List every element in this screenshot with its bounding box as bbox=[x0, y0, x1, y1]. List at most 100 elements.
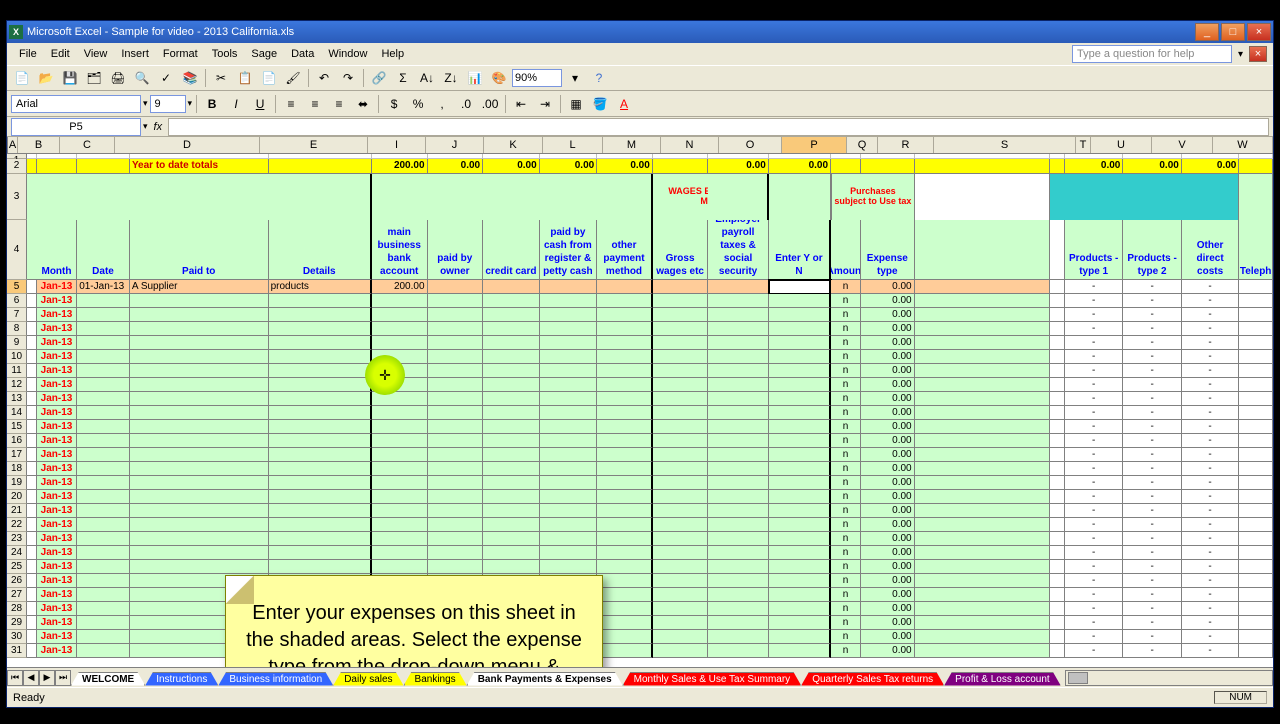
col-header-T[interactable]: T bbox=[1076, 137, 1091, 153]
menu-data[interactable]: Data bbox=[285, 46, 320, 62]
row-header-22[interactable]: 22 bbox=[7, 518, 27, 532]
font-color-icon[interactable]: A bbox=[613, 93, 635, 115]
row-header-13[interactable]: 13 bbox=[7, 392, 27, 406]
menu-sage[interactable]: Sage bbox=[245, 46, 283, 62]
font-name-dropdown-icon[interactable]: ▾ bbox=[143, 98, 148, 109]
currency-icon[interactable]: $ bbox=[383, 93, 405, 115]
percent-icon[interactable]: % bbox=[407, 93, 429, 115]
menu-window[interactable]: Window bbox=[322, 46, 373, 62]
format-painter-icon[interactable]: 🖌 bbox=[282, 67, 304, 89]
tab-prev-icon[interactable]: ◀ bbox=[23, 670, 39, 686]
row-header-21[interactable]: 21 bbox=[7, 504, 27, 518]
menu-format[interactable]: Format bbox=[157, 46, 204, 62]
zoom-input[interactable] bbox=[512, 69, 562, 87]
menu-insert[interactable]: Insert bbox=[115, 46, 155, 62]
row-header-11[interactable]: 11 bbox=[7, 364, 27, 378]
help-search[interactable]: Type a question for help bbox=[1072, 45, 1232, 63]
italic-icon[interactable]: I bbox=[225, 93, 247, 115]
horizontal-scrollbar[interactable] bbox=[1065, 670, 1273, 686]
tab-next-icon[interactable]: ▶ bbox=[39, 670, 55, 686]
row-header-18[interactable]: 18 bbox=[7, 462, 27, 476]
close-button[interactable]: × bbox=[1247, 23, 1271, 41]
menu-file[interactable]: File bbox=[13, 46, 43, 62]
col-header-N[interactable]: N bbox=[661, 137, 719, 153]
row-header-12[interactable]: 12 bbox=[7, 378, 27, 392]
sort-desc-icon[interactable]: Z↓ bbox=[440, 67, 462, 89]
help-icon[interactable]: ? bbox=[588, 67, 610, 89]
preview-icon[interactable]: 🔍 bbox=[131, 67, 153, 89]
col-header-J[interactable]: J bbox=[426, 137, 484, 153]
row-header-29[interactable]: 29 bbox=[7, 616, 27, 630]
minimize-button[interactable]: _ bbox=[1195, 23, 1219, 41]
workbook-close-button[interactable]: × bbox=[1249, 46, 1267, 62]
tab-last-icon[interactable]: ⏭ bbox=[55, 670, 71, 686]
sheet-tab[interactable]: Quarterly Sales Tax returns bbox=[801, 672, 944, 686]
row-header-10[interactable]: 10 bbox=[7, 350, 27, 364]
zoom-dropdown-icon[interactable]: ▾ bbox=[564, 67, 586, 89]
sheet-tab[interactable]: Monthly Sales & Use Tax Summary bbox=[623, 672, 802, 686]
col-header-E[interactable]: E bbox=[260, 137, 368, 153]
row-header-28[interactable]: 28 bbox=[7, 602, 27, 616]
row-header-31[interactable]: 31 bbox=[7, 644, 27, 658]
research-icon[interactable]: 📚 bbox=[179, 67, 201, 89]
font-size[interactable] bbox=[150, 95, 186, 113]
underline-icon[interactable]: U bbox=[249, 93, 271, 115]
row-header-24[interactable]: 24 bbox=[7, 546, 27, 560]
namebox-dropdown-icon[interactable]: ▾ bbox=[143, 121, 148, 132]
row-header-27[interactable]: 27 bbox=[7, 588, 27, 602]
increase-decimal-icon[interactable]: .0 bbox=[455, 93, 477, 115]
sheet-tab[interactable]: Bank Payments & Expenses bbox=[467, 672, 623, 686]
row-header-30[interactable]: 30 bbox=[7, 630, 27, 644]
row-header-23[interactable]: 23 bbox=[7, 532, 27, 546]
hyperlink-icon[interactable]: 🔗 bbox=[368, 67, 390, 89]
row-header-14[interactable]: 14 bbox=[7, 406, 27, 420]
col-header-V[interactable]: V bbox=[1152, 137, 1213, 153]
col-header-K[interactable]: K bbox=[484, 137, 543, 153]
col-header-O[interactable]: O bbox=[719, 137, 782, 153]
sheet-tab[interactable]: WELCOME bbox=[71, 672, 145, 686]
row-header-17[interactable]: 17 bbox=[7, 448, 27, 462]
row-header-20[interactable]: 20 bbox=[7, 490, 27, 504]
row-header-5[interactable]: 5 bbox=[7, 280, 27, 294]
decrease-indent-icon[interactable]: ⇤ bbox=[510, 93, 532, 115]
col-header-P[interactable]: P bbox=[782, 137, 847, 153]
fill-color-icon[interactable]: 🪣 bbox=[589, 93, 611, 115]
col-header-B[interactable]: B bbox=[18, 137, 60, 153]
col-header-M[interactable]: M bbox=[603, 137, 661, 153]
col-header-A[interactable]: A bbox=[8, 137, 18, 153]
col-header-L[interactable]: L bbox=[543, 137, 603, 153]
borders-icon[interactable]: ▦ bbox=[565, 93, 587, 115]
col-header-W[interactable]: W bbox=[1213, 137, 1273, 153]
chart-icon[interactable]: 📊 bbox=[464, 67, 486, 89]
spell-icon[interactable]: ✓ bbox=[155, 67, 177, 89]
font-name[interactable] bbox=[11, 95, 141, 113]
align-left-icon[interactable]: ≡ bbox=[280, 93, 302, 115]
paste-icon[interactable]: 📄 bbox=[258, 67, 280, 89]
cut-icon[interactable]: ✂ bbox=[210, 67, 232, 89]
row-header-2[interactable]: 2 bbox=[7, 159, 27, 174]
permission-icon[interactable]: 🗂 bbox=[83, 67, 105, 89]
save-icon[interactable]: 💾 bbox=[59, 67, 81, 89]
maximize-button[interactable]: □ bbox=[1221, 23, 1245, 41]
copy-icon[interactable]: 📋 bbox=[234, 67, 256, 89]
row-header-3[interactable]: 3 bbox=[7, 174, 27, 220]
align-center-icon[interactable]: ≡ bbox=[304, 93, 326, 115]
name-box[interactable] bbox=[11, 118, 141, 136]
font-size-dropdown-icon[interactable]: ▾ bbox=[188, 98, 193, 109]
help-dropdown-icon[interactable]: ▾ bbox=[1238, 49, 1243, 60]
bold-icon[interactable]: B bbox=[201, 93, 223, 115]
col-header-Q[interactable]: Q bbox=[847, 137, 878, 153]
row-header-25[interactable]: 25 bbox=[7, 560, 27, 574]
open-icon[interactable]: 📂 bbox=[35, 67, 57, 89]
row-header-4[interactable]: 4 bbox=[7, 220, 27, 280]
menu-help[interactable]: Help bbox=[375, 46, 410, 62]
row-header-7[interactable]: 7 bbox=[7, 308, 27, 322]
menu-tools[interactable]: Tools bbox=[206, 46, 244, 62]
comma-icon[interactable]: , bbox=[431, 93, 453, 115]
menu-edit[interactable]: Edit bbox=[45, 46, 76, 62]
col-header-R[interactable]: R bbox=[878, 137, 934, 153]
sheet-tab[interactable]: Bankings bbox=[404, 672, 467, 686]
row-header-6[interactable]: 6 bbox=[7, 294, 27, 308]
sheet-tab[interactable]: Profit & Loss account bbox=[944, 672, 1061, 686]
new-icon[interactable]: 📄 bbox=[11, 67, 33, 89]
